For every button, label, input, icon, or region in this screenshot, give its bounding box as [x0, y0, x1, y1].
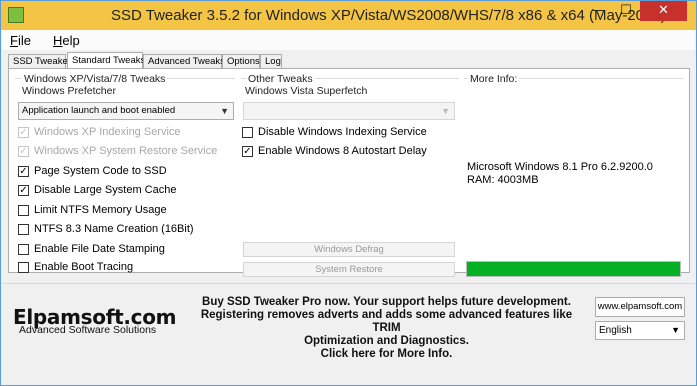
menu-help-mnemonic: H: [53, 33, 63, 48]
promo-line: Buy SSD Tweaker Pro now. Your support he…: [202, 296, 571, 308]
checkbox-box[interactable]: [242, 127, 253, 138]
tab-options[interactable]: Options: [222, 54, 260, 69]
checkbox-label: Disable Large System Cache: [34, 184, 177, 196]
menu-file-mnemonic: F: [10, 33, 18, 48]
checkbox-label: Enable Boot Tracing: [34, 261, 134, 273]
tab-ssd-tweaker[interactable]: SSD Tweaker: [8, 54, 71, 69]
menu-bar: File Help: [2, 30, 695, 50]
tab-panel-standard-tweaks: Windows XP/Vista/7/8 Tweaks Windows Pref…: [8, 68, 690, 277]
elpamsoft-tagline: Advanced Software Solutions: [19, 324, 157, 336]
minimize-button[interactable]: —: [586, 1, 612, 21]
checkbox-box[interactable]: [18, 205, 29, 216]
tab-advanced-tweaks[interactable]: Advanced Tweaks: [143, 54, 225, 69]
prefetcher-select-value: Application launch and boot enabled: [22, 105, 176, 116]
checkbox-label: Windows XP System Restore Service: [34, 145, 218, 157]
checkbox-label: Disable Windows Indexing Service: [258, 126, 427, 138]
menu-help[interactable]: Help: [53, 33, 80, 48]
promo-text[interactable]: Buy SSD Tweaker Pro now. Your support he…: [188, 296, 585, 361]
app-window: SSD Tweaker 3.5.2 for Windows XP/Vista/W…: [0, 0, 697, 386]
checkbox-label: Windows XP Indexing Service: [34, 126, 181, 138]
checkbox-label: NTFS 8.3 Name Creation (16Bit): [34, 223, 194, 235]
maximize-button[interactable]: ☐: [613, 1, 639, 21]
checkbox-box[interactable]: [18, 244, 29, 255]
checkbox-box[interactable]: [18, 224, 29, 235]
website-button[interactable]: www.elpamsoft.com: [595, 297, 685, 317]
checkbox-label: Page System Code to SSD: [34, 165, 167, 177]
language-select[interactable]: English ▼: [595, 321, 685, 340]
footer-divider: [2, 283, 695, 284]
group-title-other-tweaks: Other Tweaks: [246, 73, 315, 85]
prefetcher-label: Windows Prefetcher: [22, 85, 116, 97]
title-bar[interactable]: SSD Tweaker 3.5.2 for Windows XP/Vista/W…: [1, 1, 696, 30]
menu-file[interactable]: File: [10, 33, 31, 48]
checkbox-label: Enable Windows 8 Autostart Delay: [258, 145, 427, 157]
checkmark-icon[interactable]: ✓: [242, 146, 253, 157]
os-info: Microsoft Windows 8.1 Pro 6.2.9200.0: [467, 161, 653, 173]
checkbox-label: Limit NTFS Memory Usage: [34, 204, 167, 216]
progress-bar: [466, 261, 681, 277]
checkmark-icon: ✓: [18, 146, 29, 157]
progress-fill: [467, 262, 680, 276]
prefetcher-select[interactable]: Application launch and boot enabled ▼: [18, 102, 234, 120]
checkbox-label: Enable File Date Stamping: [34, 243, 165, 255]
close-button[interactable]: ✕: [640, 1, 687, 21]
superfetch-label: Windows Vista Superfetch: [245, 85, 368, 97]
chevron-down-icon: ▼: [671, 325, 680, 335]
checkmark-icon[interactable]: ✓: [18, 185, 29, 196]
checkbox-box[interactable]: [18, 262, 29, 273]
language-select-value: English: [599, 325, 632, 336]
promo-line: Optimization and Diagnostics.: [304, 335, 469, 347]
menu-file-label: ile: [17, 33, 31, 48]
promo-line: Registering removes adverts and adds som…: [200, 309, 573, 334]
group-title-windows-tweaks: Windows XP/Vista/7/8 Tweaks: [22, 73, 168, 85]
tab-standard-tweaks[interactable]: Standard Tweaks: [67, 52, 145, 69]
ram-info: RAM: 4003MB: [467, 174, 539, 186]
windows-defrag-button[interactable]: Windows Defrag: [243, 242, 455, 257]
chevron-down-icon: ▼: [220, 106, 229, 116]
tab-log[interactable]: Log: [260, 54, 282, 69]
chevron-down-icon: ▼: [441, 106, 450, 116]
checkmark-icon: ✓: [18, 127, 29, 138]
superfetch-select[interactable]: ▼: [243, 102, 455, 120]
system-restore-button[interactable]: System Restore: [243, 262, 455, 277]
checkmark-icon[interactable]: ✓: [18, 166, 29, 177]
group-title-more-info: More Info:: [468, 73, 520, 85]
window-title: SSD Tweaker 3.5.2 for Windows XP/Vista/W…: [111, 7, 666, 24]
menu-help-label: elp: [62, 33, 80, 48]
promo-line: Click here for More Info.: [320, 348, 453, 360]
